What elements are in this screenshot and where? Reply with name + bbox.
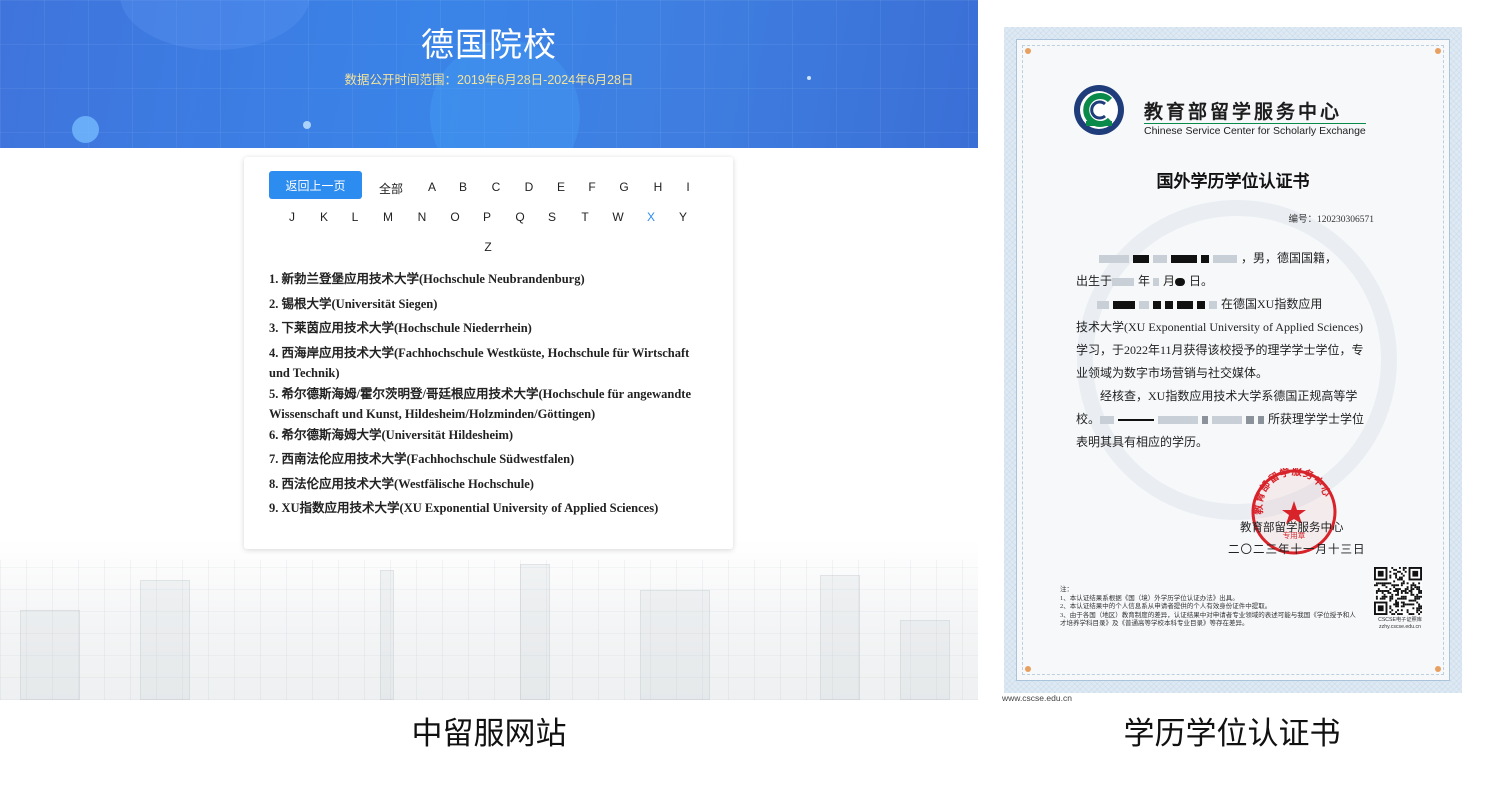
- certificate-note-line: 1、本认证结果系根据《国（境）外学历学位认证办法》出具。: [1060, 594, 1239, 602]
- certificate-line-birth: 出生于年 月日。: [1076, 274, 1214, 288]
- corner-ornament: [1025, 666, 1031, 672]
- certificate-line: 业领域为数字市场营销与社交媒体。: [1076, 366, 1269, 380]
- qr-code-label: CSCSE电子证照库 zzhy.cscse.edu.cn: [1378, 617, 1422, 630]
- letter-filter-k[interactable]: K: [312, 210, 336, 224]
- issuer-signature: 教育部留学服务中心: [1240, 522, 1344, 534]
- university-list-item: 7. 西南法伦应用技术大学(Fachhochschule Südwestfale…: [269, 452, 575, 466]
- certificate-notes: 注： 1、本认证结果系根据《国（境）外学历学位认证办法》出具。 2、本认证结果中的个…: [1060, 586, 1360, 629]
- issuer-name-en: Chinese Service Center for Scholarly Exc…: [1144, 123, 1366, 137]
- letter-filter-g[interactable]: G: [612, 180, 636, 194]
- corner-ornament: [1435, 48, 1441, 54]
- university-list-item: 8. 西法伦应用技术大学(Westfälische Hochschule): [269, 476, 534, 491]
- caption-certificate: 学历学位认证书: [1123, 716, 1341, 751]
- certificate-line-result: 校。 所获理学学士学位: [1076, 412, 1365, 426]
- background-skyline: [0, 560, 978, 700]
- university-list-card: 返回上一页 全部 A B C D E F G H I J K L M N O P Q S T W X Y Z 1. 新勃兰登堡…: [244, 157, 733, 549]
- page-banner: 德国院校 数据公开时间范围：2019年6月28日-2024年6月28日: [0, 0, 978, 148]
- letter-filter-f[interactable]: F: [580, 180, 604, 194]
- letter-filter-n[interactable]: N: [410, 210, 434, 224]
- letter-filter-h[interactable]: H: [646, 180, 670, 194]
- letter-filter-m[interactable]: M: [376, 210, 400, 224]
- website-screenshot: 德国院校 数据公开时间范围：2019年6月28日-2024年6月28日 返回上一…: [0, 0, 978, 700]
- banner-decor-circle: [72, 116, 99, 143]
- university-list-item: 5. 希尔德斯海姆/霍尔茨明登/哥廷根应用技术大学(Hochschule für…: [269, 386, 691, 422]
- back-button[interactable]: 返回上一页: [269, 171, 362, 199]
- letter-filter-t[interactable]: T: [573, 210, 597, 224]
- university-list-item: 1. 新勃兰登堡应用技术大学(Hochschule Neubrandenburg…: [269, 272, 585, 286]
- certificate-line: 表明其具有相应的学历。: [1076, 435, 1209, 449]
- certificate-line: 学习，于2022年11月获得该校授予的理学学士学位，专: [1076, 343, 1364, 357]
- letter-filter-j[interactable]: J: [280, 210, 304, 224]
- letter-filter-x[interactable]: X: [639, 210, 663, 224]
- issue-date: 二〇二三年十一月十三日: [1228, 544, 1366, 556]
- certificate-line-study: 在德国XU指数应用: [1076, 293, 1396, 316]
- letter-filter-e[interactable]: E: [549, 180, 573, 194]
- university-list-item: 6. 希尔德斯海姆大学(Universität Hildesheim): [269, 427, 514, 442]
- certificate-title: 国外学历学位认证书: [1156, 172, 1310, 192]
- letter-filter-p[interactable]: P: [475, 210, 499, 224]
- qr-code-icon: [1374, 567, 1422, 615]
- letter-filter-w[interactable]: W: [606, 210, 630, 224]
- letter-filter-z[interactable]: Z: [476, 240, 500, 254]
- letter-filter-i[interactable]: I: [676, 180, 700, 194]
- corner-ornament: [1025, 48, 1031, 54]
- letter-filter-o[interactable]: O: [443, 210, 467, 224]
- certificate-url: www.cscse.edu.cn: [1002, 693, 1072, 703]
- letter-filter-q[interactable]: Q: [508, 210, 532, 224]
- letter-filter-l[interactable]: L: [343, 210, 367, 224]
- university-list-item: 2. 锡根大学(Universität Siegen): [269, 296, 438, 311]
- university-list: 1. 新勃兰登堡应用技术大学(Hochschule Neubrandenburg…: [269, 269, 709, 523]
- cscse-logo-icon: [1074, 85, 1124, 135]
- corner-ornament: [1435, 666, 1441, 672]
- letter-filter-s[interactable]: S: [540, 210, 564, 224]
- certificate-number: 编号：120230306571: [1288, 215, 1374, 225]
- letter-filter-d[interactable]: D: [517, 180, 541, 194]
- letter-filter-all[interactable]: 全部: [373, 180, 409, 197]
- certificate-note-line: 注：: [1060, 586, 1073, 593]
- university-list-item: 4. 西海岸应用技术大学(Fachhochschule Westküste, H…: [269, 345, 690, 381]
- letter-filter-a[interactable]: A: [420, 180, 444, 194]
- university-list-item: 9. XU指数应用技术大学(XU Exponential University …: [269, 501, 659, 515]
- caption-website: 中留服网站: [411, 716, 567, 751]
- issuer-name-cn: 教育部留学服务中心: [1144, 101, 1343, 123]
- university-list-item: 3. 下莱茵应用技术大学(Hochschule Niederrhein): [269, 321, 532, 335]
- certificate-line: 技术大学(XU Exponential University of Applie…: [1076, 320, 1363, 334]
- data-date-range: 数据公开时间范围：2019年6月28日-2024年6月28日: [344, 73, 634, 87]
- certificate-note-line: 3、由于各国（地区）教育制度的差异，认证结果中对申请者专业领域的表述可能与我国《…: [1060, 611, 1356, 628]
- certificate-note-line: 2、本认证结果中的个人信息系从申请者提供的个人有效身份证件中提取。: [1060, 603, 1272, 611]
- letter-filter-y[interactable]: Y: [671, 210, 695, 224]
- page-title: 德国院校: [421, 26, 557, 63]
- letter-filter-c[interactable]: C: [484, 180, 508, 194]
- certificate-line: 经核查，XU指数应用技术大学系德国正规高等学: [1100, 389, 1358, 403]
- certificate-image: 教育部留学服务中心 Chinese Service Center for Sch…: [1004, 27, 1462, 693]
- letter-filter-b[interactable]: B: [451, 180, 475, 194]
- certificate-line-name: ，男，德国国籍，: [1076, 247, 1396, 270]
- banner-decor-dot: [303, 121, 311, 129]
